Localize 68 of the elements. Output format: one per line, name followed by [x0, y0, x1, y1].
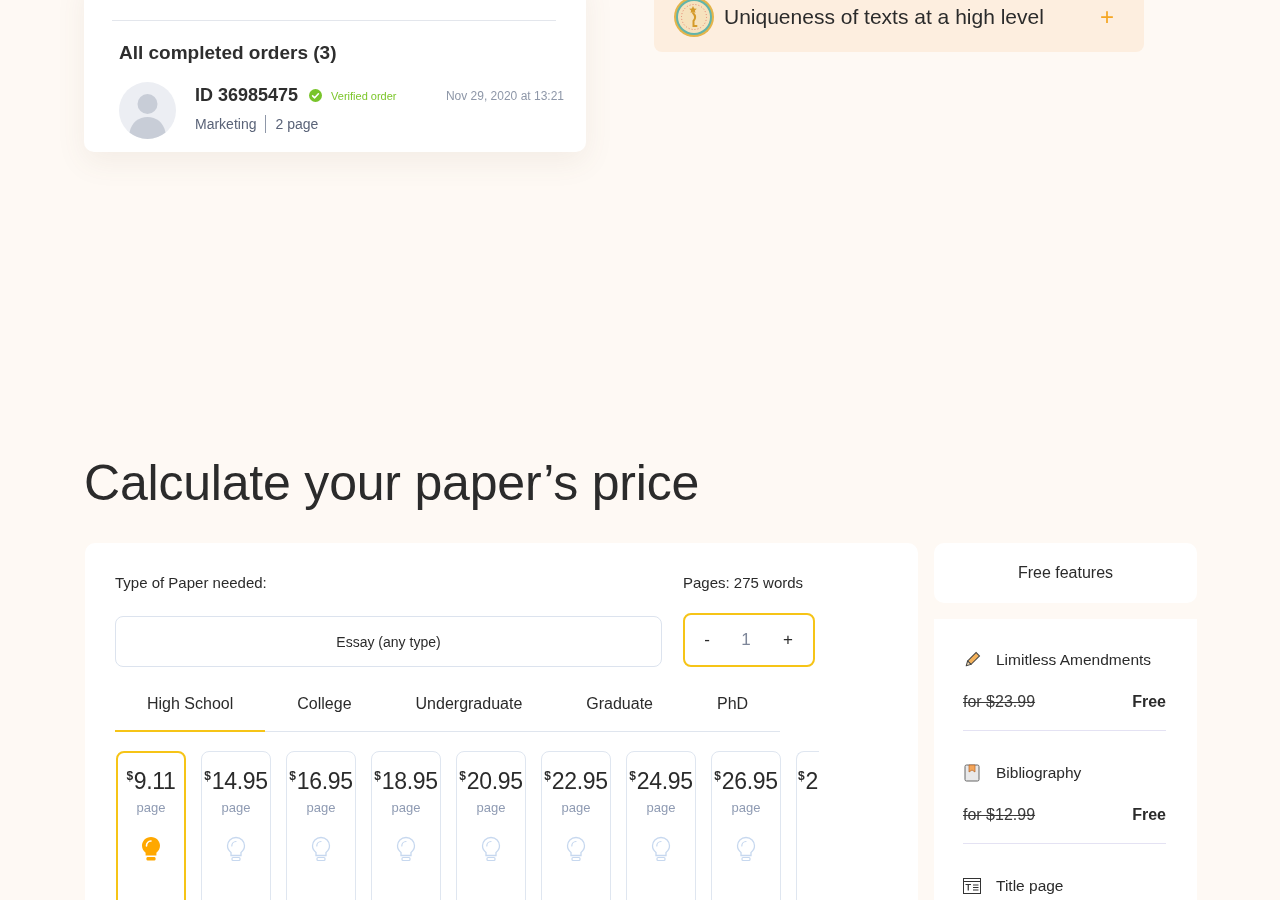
price-value: $^{$}$20.95 [459, 768, 523, 794]
feature-price: Free [1132, 805, 1166, 825]
order-subject: Marketing [195, 116, 257, 132]
lightbulb-icon [566, 836, 586, 862]
level-tab[interactable]: College [265, 678, 384, 732]
old-price: for $23.99 [963, 692, 1036, 712]
price-option[interactable]: $^{$}$2 [796, 751, 819, 900]
unit-label: page [731, 800, 761, 816]
price-option[interactable]: $^{$}$18.95 page [371, 751, 441, 900]
unit-label: page [136, 800, 166, 816]
price-option[interactable]: $^{$}$14.95 page [201, 751, 271, 900]
price-option[interactable]: $^{$}$26.95 page [711, 751, 781, 900]
unit-label: page [306, 800, 336, 816]
page-count-field[interactable]: 1 [716, 629, 776, 651]
unit-label: page [646, 800, 676, 816]
book-icon [963, 764, 981, 782]
price-value: $^{$}$24.95 [629, 768, 693, 794]
unit-label: page [391, 800, 421, 816]
price-option[interactable]: $^{$}$9.11 page [116, 751, 186, 900]
section-title: All completed orders (3) [119, 42, 338, 64]
paper-type-select[interactable]: Essay (any type) [115, 616, 662, 667]
paper-type-label: Type of Paper needed: [115, 573, 267, 593]
lightbulb-icon [481, 836, 501, 862]
feature-price: Free [1132, 692, 1166, 712]
price-value: $^{$}$22.95 [544, 768, 608, 794]
unit-label: page [476, 800, 506, 816]
old-price: for $12.99 [963, 805, 1036, 825]
unit-label: page [561, 800, 591, 816]
level-tab[interactable]: Undergraduate [383, 678, 555, 732]
feature-name: Bibliography [996, 764, 1082, 782]
price-value: $^{$}$18.95 [374, 768, 438, 794]
page-heading: Calculate your paper’s price [84, 454, 700, 513]
lightbulb-icon [226, 836, 246, 862]
pages-label: Pages: 275 words [683, 573, 804, 593]
price-value: $^{$}$16.95 [289, 768, 353, 794]
decrement-button[interactable]: - [698, 628, 716, 652]
price-value: $^{$}$14.95 [204, 768, 268, 794]
medal-icon [674, 0, 714, 37]
level-tab[interactable]: High School [115, 678, 266, 732]
level-tab[interactable]: Graduate [554, 678, 685, 732]
price-value: $^{$}$26.95 [714, 768, 778, 794]
price-option[interactable]: $^{$}$24.95 page [626, 751, 696, 900]
feature-name: Limitless Amendments [996, 651, 1152, 669]
lightbulb-icon [141, 836, 161, 862]
title-page-icon [963, 878, 981, 894]
order-date: Nov 29, 2020 at 13:21 [445, 88, 564, 103]
price-option[interactable]: $^{$}$22.95 page [541, 751, 611, 900]
accordion-title: Uniqueness of texts at a high level [724, 5, 1044, 29]
lightbulb-icon [311, 836, 331, 862]
check-icon [309, 89, 323, 102]
panel-title: Free features [934, 543, 1197, 603]
level-tab[interactable]: PhD [685, 678, 781, 732]
price-value: $^{$}$2 [798, 768, 818, 794]
lightbulb-icon [651, 836, 671, 862]
verified-label: Verified order [331, 89, 397, 102]
price-value: $^{$}$9.11 [126, 768, 176, 794]
pencil-icon [963, 651, 981, 669]
feature-name: Title page [996, 877, 1064, 895]
unit-label: page [221, 800, 251, 816]
lightbulb-icon [396, 836, 416, 862]
lightbulb-icon [736, 836, 756, 862]
price-option[interactable]: $^{$}$20.95 page [456, 751, 526, 900]
increment-button[interactable]: + [776, 628, 800, 652]
order-pages: 2 page [275, 116, 319, 132]
price-option[interactable]: $^{$}$16.95 page [286, 751, 356, 900]
accordion-header[interactable]: Uniqueness of texts at a high level + [654, 0, 1144, 52]
order-id: ID 36985475 [195, 85, 299, 106]
avatar-icon [119, 82, 176, 139]
